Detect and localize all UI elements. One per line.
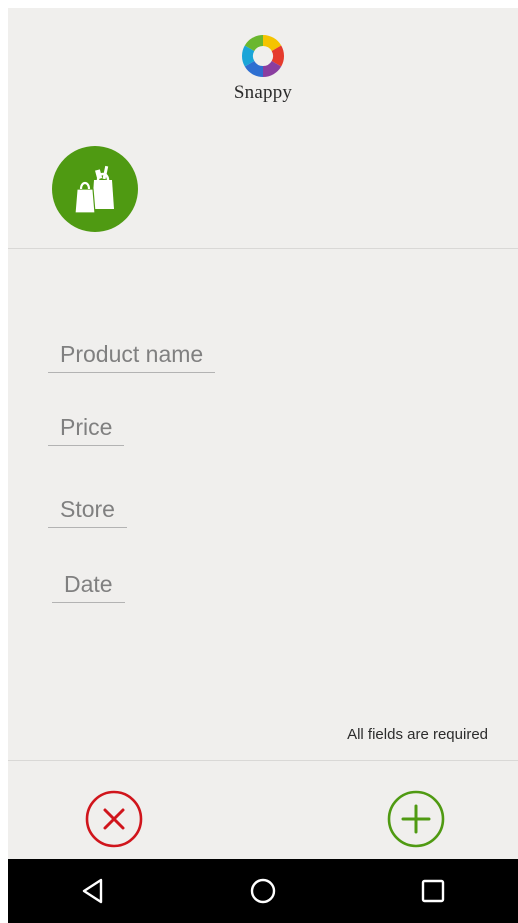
recents-button[interactable] [403,861,463,921]
app-screen: Snappy Product name Price Store Date All… [8,8,518,859]
app-header: Snappy [8,32,518,104]
back-button[interactable] [63,861,123,921]
price-field[interactable]: Price [48,414,125,446]
home-button[interactable] [233,861,293,921]
date-field[interactable]: Date [52,571,125,603]
system-navbar [8,859,518,923]
recents-square-icon [421,879,445,903]
product-name-field[interactable]: Product name [48,341,216,373]
snappy-logo-icon [241,34,285,77]
cancel-button[interactable] [85,790,143,848]
cancel-circle-icon [85,790,143,848]
home-circle-icon [250,878,276,904]
bags-glyph [74,165,114,214]
header-divider [8,248,518,249]
app-name: Snappy [233,82,293,103]
add-circle-icon [387,790,445,848]
add-button[interactable] [387,790,445,848]
shopping-bags-icon[interactable] [52,146,138,232]
store-field[interactable]: Store [48,496,127,528]
required-note: All fields are required [347,726,488,743]
back-triangle-icon [82,878,103,904]
footer-divider [8,760,518,761]
